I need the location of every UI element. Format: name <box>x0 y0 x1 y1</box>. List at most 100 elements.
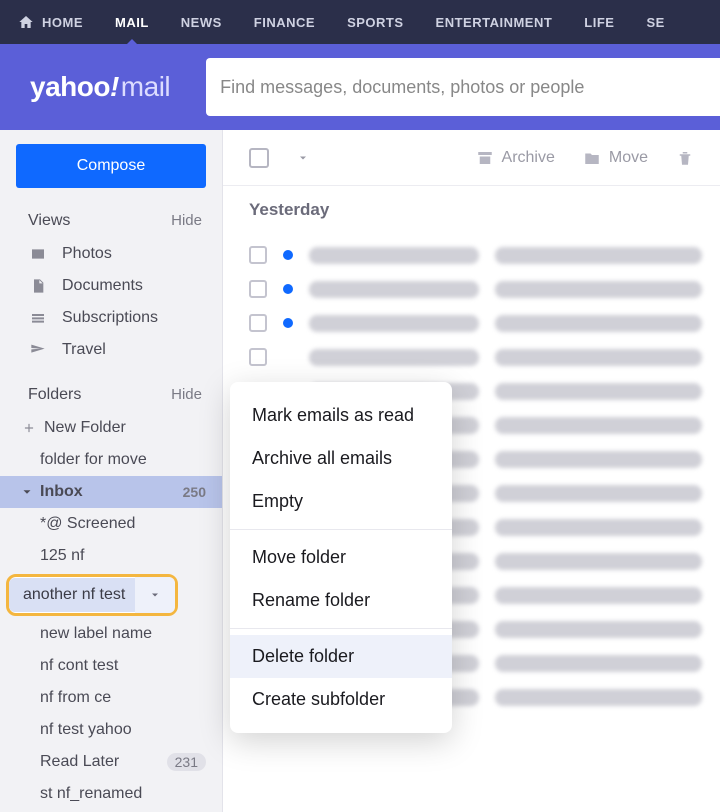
subject-blur <box>495 451 702 468</box>
folder-label: nf test yahoo <box>40 721 132 739</box>
select-all-checkbox[interactable] <box>249 148 269 168</box>
new-folder[interactable]: New Folder <box>0 412 222 444</box>
unread-dot-icon <box>283 284 293 294</box>
row-checkbox[interactable] <box>249 246 267 264</box>
message-row[interactable] <box>223 306 720 340</box>
plus-icon <box>22 421 36 435</box>
nav-link-home[interactable]: HOME <box>42 15 83 30</box>
folder-item[interactable]: nf from ce <box>0 682 222 714</box>
views-title: Views <box>28 212 70 230</box>
folders-header: Folders Hide <box>0 380 222 412</box>
view-label: Subscriptions <box>62 309 158 327</box>
logo-yahoo: yahoo <box>30 71 110 102</box>
folder-item[interactable]: nf test yahoo <box>0 714 222 746</box>
ctx-rename-folder[interactable]: Rename folder <box>230 579 452 622</box>
folder-item[interactable]: *@ Screened <box>0 508 222 540</box>
ctx-empty[interactable]: Empty <box>230 480 452 523</box>
move-icon <box>583 149 601 167</box>
folder-label: Inbox <box>40 483 83 501</box>
subject-blur <box>495 689 702 706</box>
nav-link-mail[interactable]: MAIL <box>115 15 149 30</box>
sender-blur <box>309 281 479 298</box>
ctx-delete-folder[interactable]: Delete folder <box>230 635 452 678</box>
ctx-create-subfolder[interactable]: Create subfolder <box>230 678 452 721</box>
caret-down-icon <box>149 589 161 601</box>
folder-context-menu: Mark emails as read Archive all emails E… <box>230 382 452 733</box>
view-documents[interactable]: Documents <box>0 270 222 302</box>
folders-title: Folders <box>28 386 81 404</box>
view-label: Travel <box>62 341 106 359</box>
row-checkbox[interactable] <box>249 280 267 298</box>
sender-blur <box>309 349 479 366</box>
subject-blur <box>495 383 702 400</box>
view-label: Documents <box>62 277 143 295</box>
menu-separator <box>230 628 452 629</box>
subject-blur <box>495 417 702 434</box>
subject-blur <box>495 655 702 672</box>
compose-button[interactable]: Compose <box>16 144 206 188</box>
mail-header: yahoo!mail <box>0 44 720 130</box>
view-travel[interactable]: Travel <box>0 334 222 366</box>
folders-hide[interactable]: Hide <box>171 386 202 404</box>
folder-item[interactable]: 125 nf <box>0 540 222 572</box>
subject-blur <box>495 247 702 264</box>
views-header: Views Hide <box>0 206 222 238</box>
ctx-mark-read[interactable]: Mark emails as read <box>230 394 452 437</box>
nav-link-entertainment[interactable]: ENTERTAINMENT <box>436 15 553 30</box>
subject-blur <box>495 281 702 298</box>
ctx-archive-all[interactable]: Archive all emails <box>230 437 452 480</box>
row-checkbox[interactable] <box>249 348 267 366</box>
view-photos[interactable]: Photos <box>0 238 222 270</box>
subject-blur <box>495 349 702 366</box>
folder-label: Read Later <box>40 753 119 771</box>
documents-icon <box>28 278 48 294</box>
nav-link-more[interactable]: SE <box>646 15 664 30</box>
nav-link-news[interactable]: NEWS <box>181 15 222 30</box>
delete-button[interactable] <box>676 149 694 167</box>
folder-label: nf from ce <box>40 689 111 707</box>
archive-button[interactable]: Archive <box>476 149 555 167</box>
new-folder-label: New Folder <box>44 419 126 437</box>
sender-blur <box>309 315 479 332</box>
chevron-down-icon[interactable] <box>297 152 309 164</box>
folder-dropdown-toggle[interactable] <box>135 577 175 613</box>
folder-count: 231 <box>167 753 206 771</box>
view-label: Photos <box>62 245 112 263</box>
list-toolbar: Archive Move <box>223 130 720 186</box>
folder-label: another nf test <box>9 578 135 612</box>
search-input[interactable] <box>220 77 720 98</box>
move-button[interactable]: Move <box>583 149 648 167</box>
nav-link-life[interactable]: LIFE <box>584 15 614 30</box>
folder-selected[interactable]: another nf test <box>0 572 222 618</box>
toolbar-label: Archive <box>502 149 555 167</box>
subscriptions-icon <box>28 310 48 326</box>
folder-label: *@ Screened <box>40 515 135 533</box>
subject-blur <box>495 519 702 536</box>
photos-icon <box>28 246 48 262</box>
folder-inbox[interactable]: Inbox 250 <box>0 476 222 508</box>
unread-dot-icon <box>283 250 293 260</box>
folder-item[interactable]: new label name <box>0 618 222 650</box>
row-checkbox[interactable] <box>249 314 267 332</box>
search-bar[interactable] <box>206 58 720 116</box>
menu-separator <box>230 529 452 530</box>
folder-item[interactable]: nf cont test <box>0 650 222 682</box>
subject-blur <box>495 485 702 502</box>
message-row[interactable] <box>223 340 720 374</box>
views-hide[interactable]: Hide <box>171 212 202 230</box>
archive-icon <box>476 149 494 167</box>
ctx-move-folder[interactable]: Move folder <box>230 536 452 579</box>
message-row[interactable] <box>223 272 720 306</box>
folder-read-later[interactable]: Read Later 231 <box>0 746 222 778</box>
nav-link-sports[interactable]: SPORTS <box>347 15 403 30</box>
nav-link-finance[interactable]: FINANCE <box>254 15 315 30</box>
folder-item[interactable]: folder for move <box>0 444 222 476</box>
folder-label: st nf_renamed <box>40 785 142 803</box>
folder-label: new label name <box>40 625 152 643</box>
home-icon <box>18 14 34 30</box>
view-subscriptions[interactable]: Subscriptions <box>0 302 222 334</box>
folder-item[interactable]: st nf_renamed <box>0 778 222 810</box>
travel-icon <box>28 342 48 358</box>
message-row[interactable] <box>223 238 720 272</box>
nav-home[interactable]: HOME <box>18 14 83 30</box>
